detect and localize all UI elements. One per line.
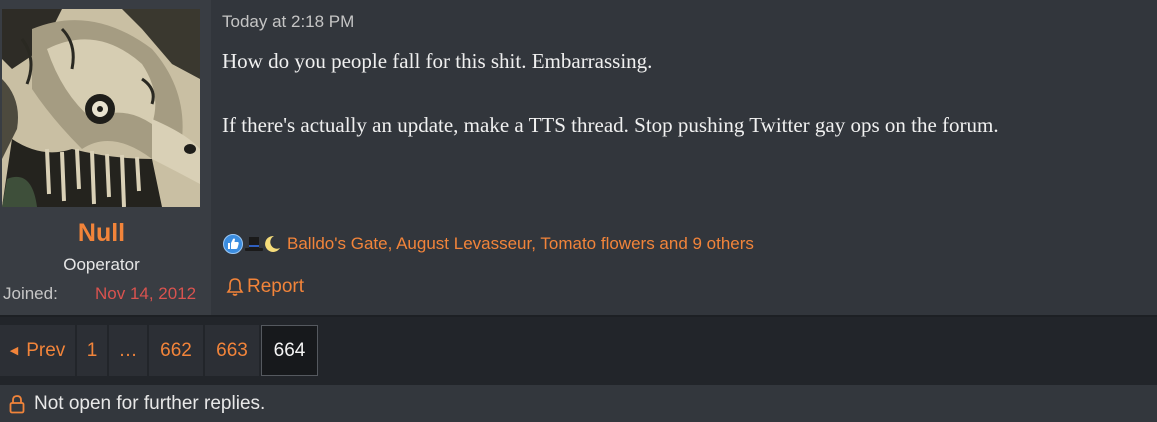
prev-label: Prev	[26, 339, 66, 361]
post-paragraph: If there's actually an update, make a TT…	[222, 113, 999, 137]
thread-closed-notice: Not open for further replies.	[0, 385, 1157, 422]
reactions-bar: Balldo's Gate, August Levasseur, Tomato …	[222, 232, 754, 256]
avatar[interactable]	[2, 9, 200, 207]
joined-date: Nov 14, 2012	[95, 284, 197, 303]
prev-page-button[interactable]: ◀ Prev	[0, 325, 75, 376]
crescent-moon-icon	[262, 234, 282, 254]
reaction-users-link[interactable]: Balldo's Gate, August Levasseur, Tomato …	[287, 234, 754, 254]
page-link-662[interactable]: 662	[149, 325, 203, 376]
avatar-image	[2, 9, 200, 207]
report-button[interactable]: Report	[226, 276, 304, 298]
pagination: ◀ Prev 1 … 662 663 664	[0, 325, 320, 376]
caret-left-icon: ◀	[9, 345, 19, 357]
post-paragraph: How do you people fall for this shit. Em…	[222, 49, 653, 73]
reaction-icons[interactable]	[222, 232, 284, 256]
page-link-663[interactable]: 663	[205, 325, 259, 376]
username[interactable]: Null	[0, 219, 203, 248]
post-body: How do you people fall for this shit. Em…	[222, 46, 1152, 140]
top-hat-icon	[244, 234, 264, 254]
bell-icon	[226, 278, 244, 296]
lock-icon	[9, 394, 25, 413]
user-title: Ooperator	[63, 255, 140, 274]
post-timestamp[interactable]: Today at 2:18 PM	[222, 12, 354, 32]
like-icon	[223, 234, 243, 254]
joined-label: Joined:	[3, 284, 58, 303]
user-info-column: Null Ooperator Joined: Nov 14, 2012	[0, 0, 211, 315]
closed-notice-text: Not open for further replies.	[34, 392, 266, 414]
current-page[interactable]: 664	[261, 325, 318, 376]
page-link-1[interactable]: 1	[77, 325, 107, 376]
post: Null Ooperator Joined: Nov 14, 2012 Toda…	[0, 0, 1157, 317]
report-label: Report	[247, 276, 305, 297]
page-jump-ellipsis[interactable]: …	[109, 325, 147, 376]
